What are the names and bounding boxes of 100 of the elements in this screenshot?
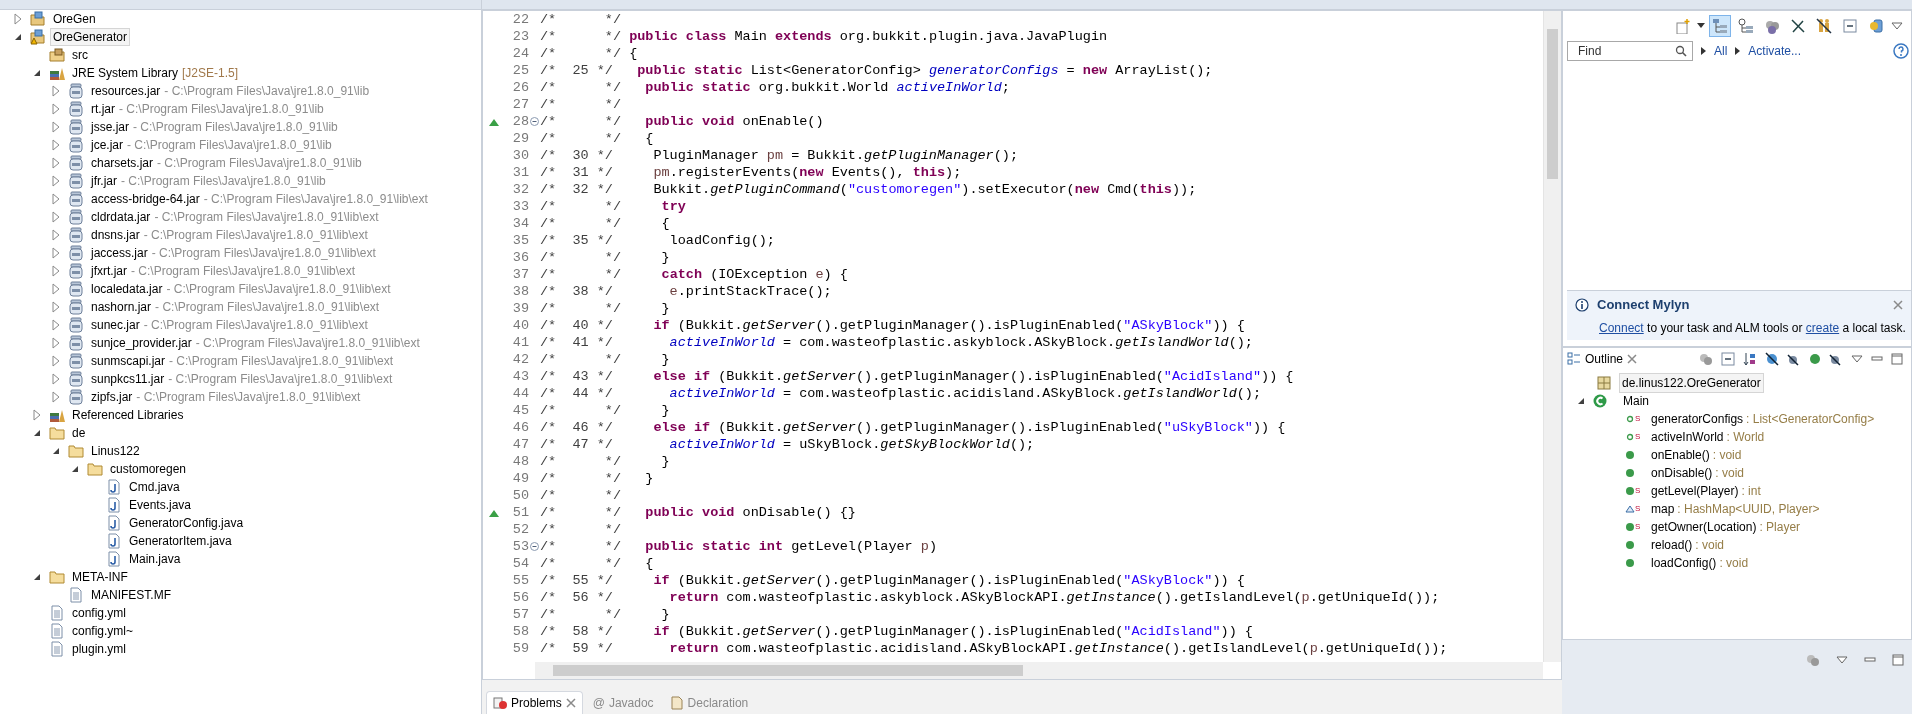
maximize-icon[interactable] — [1892, 654, 1904, 666]
tree-item[interactable]: dnsns.jar - C:\Program Files\Java\jre1.8.0_91\lib\ext — [88, 226, 371, 244]
expand-triangle-icon[interactable] — [50, 118, 62, 136]
close-icon[interactable] — [1627, 354, 1638, 364]
minimize-icon[interactable] — [1864, 656, 1876, 664]
tree-item[interactable]: config.yml~ — [69, 622, 137, 640]
expand-triangle-icon[interactable] — [50, 172, 62, 190]
filter-link[interactable]: All — [1714, 42, 1728, 60]
scrollbar-thumb[interactable] — [1547, 29, 1558, 179]
horizontal-scrollbar[interactable] — [535, 662, 1543, 679]
tree-item[interactable]: OreGen — [50, 10, 99, 28]
filter-link[interactable]: Activate... — [1748, 42, 1802, 60]
maximize-icon[interactable] — [1891, 353, 1903, 365]
tree-item[interactable]: rt.jar - C:\Program Files\Java\jre1.8.0_91\lib — [88, 100, 327, 118]
tree-item[interactable]: Cmd.java — [126, 478, 183, 496]
field-icon — [1625, 504, 1635, 514]
view-menu-icon[interactable] — [1836, 656, 1848, 664]
tree-item[interactable]: sunpkcs11.jar - C:\Program Files\Java\jre1.8.0_91\lib\ext — [88, 370, 396, 388]
close-icon[interactable] — [565, 698, 576, 708]
tree-item[interactable]: GeneratorItem.java — [126, 532, 235, 550]
panel-tab[interactable]: Problems — [486, 691, 583, 714]
outline-item[interactable]: activeInWorld : World — [1651, 428, 1765, 446]
expand-triangle-icon[interactable] — [50, 298, 62, 316]
view-menu-icon[interactable] — [1851, 355, 1863, 363]
tree-item[interactable]: jce.jar - C:\Program Files\Java\jre1.8.0_91\lib — [88, 136, 335, 154]
tree-item[interactable]: charsets.jar - C:\Program Files\Java\jre1.8.0_91\lib — [88, 154, 365, 172]
outline-item[interactable]: getOwner(Location) : Player — [1651, 518, 1801, 536]
expand-triangle-icon[interactable] — [50, 352, 62, 370]
tree-item[interactable]: JRE System Library [J2SE-1.5] — [69, 64, 242, 82]
link[interactable]: create — [1805, 320, 1840, 335]
collapse-triangle-icon[interactable] — [1577, 397, 1585, 405]
view-menu-icon[interactable] — [1891, 22, 1903, 30]
tree-item[interactable]: access-bridge-64.jar - C:\Program Files\Java\jre1.8.0_91\lib\ext — [88, 190, 431, 208]
line-number: 34 — [511, 215, 529, 232]
tree-item[interactable]: Linus122 — [88, 442, 143, 460]
tree-item[interactable]: MANIFEST.MF — [88, 586, 174, 604]
expand-triangle-icon[interactable] — [50, 370, 62, 388]
outline-item[interactable]: onEnable() : void — [1651, 446, 1742, 464]
tree-item[interactable]: sunec.jar - C:\Program Files\Java\jre1.8.0_91\lib\ext — [88, 316, 371, 334]
outline-item[interactable]: Main — [1623, 392, 1649, 410]
expand-triangle-icon[interactable] — [50, 262, 62, 280]
dropdown-caret-icon[interactable] — [1697, 23, 1705, 29]
outline-item[interactable]: generatorConfigs : List<GeneratorConfig> — [1651, 410, 1875, 428]
tree-item[interactable]: sunmscapi.jar - C:\Program Files\Java\jre1.8.0_91\lib\ext — [88, 352, 397, 370]
expand-triangle-icon[interactable] — [50, 82, 62, 100]
expand-triangle-icon[interactable] — [50, 226, 62, 244]
collapse-icon[interactable] — [530, 542, 539, 551]
hide-fields-icon[interactable] — [1765, 352, 1779, 366]
expand-triangle-icon[interactable] — [50, 244, 62, 262]
expand-triangle-icon[interactable] — [50, 334, 62, 352]
expand-triangle-icon[interactable] — [50, 136, 62, 154]
tree-item[interactable]: de — [69, 424, 89, 442]
expand-triangle-icon[interactable] — [50, 208, 62, 226]
tree-item[interactable]: Main.java — [126, 550, 184, 568]
outline-item[interactable]: loadConfig() : void — [1651, 554, 1749, 572]
search-field[interactable]: Find — [1567, 41, 1693, 61]
tree-item[interactable]: jfr.jar - C:\Program Files\Java\jre1.8.0_91\lib — [88, 172, 329, 190]
expand-triangle-icon[interactable] — [50, 280, 62, 298]
tree-item[interactable]: GeneratorConfig.java — [126, 514, 247, 532]
tree-item[interactable]: resources.jar - C:\Program Files\Java\jre1.8.0_91\lib — [88, 82, 373, 100]
tree-item[interactable]: jsse.jar - C:\Program Files\Java\jre1.8.0_91\lib — [88, 118, 341, 136]
scrollbar-thumb[interactable] — [553, 665, 1023, 676]
tree-item[interactable]: nashorn.jar - C:\Program Files\Java\jre1.8.0_91\lib\ext — [88, 298, 383, 316]
tree-item[interactable]: zipfs.jar - C:\Program Files\Java\jre1.8.0_91\lib\ext — [88, 388, 364, 406]
collapse-icon[interactable] — [530, 117, 539, 126]
tree-item[interactable]: customoregen — [107, 460, 190, 478]
expand-triangle-icon[interactable] — [50, 190, 62, 208]
expand-triangle-icon[interactable] — [50, 100, 62, 118]
minimize-icon[interactable] — [1871, 355, 1883, 363]
outline-item[interactable]: map : HashMap<UUID, Player> — [1651, 500, 1820, 518]
dot-icon[interactable] — [1809, 353, 1821, 365]
hide-static-icon[interactable] — [1787, 352, 1801, 366]
tree-item[interactable]: Events.java — [126, 496, 195, 514]
tree-item[interactable]: plugin.yml — [69, 640, 130, 658]
presentation-icon[interactable] — [1699, 352, 1713, 366]
expand-triangle-icon[interactable] — [50, 154, 62, 172]
tree-item[interactable]: OreGenerator — [50, 28, 131, 46]
link[interactable]: Connect — [1599, 320, 1644, 335]
vertical-scrollbar[interactable] — [1543, 11, 1561, 662]
sort-icon[interactable] — [1743, 352, 1757, 366]
outline-item[interactable]: onDisable() : void — [1651, 464, 1745, 482]
tree-item[interactable]: jaccess.jar - C:\Program Files\Java\jre1.8.0_91\lib\ext — [88, 244, 379, 262]
presentation-icon[interactable] — [1806, 653, 1820, 667]
tree-item[interactable]: cldrdata.jar - C:\Program Files\Java\jre1.8.0_91\lib\ext — [88, 208, 382, 226]
tree-item[interactable]: src — [69, 46, 91, 64]
collapse-all-icon[interactable] — [1721, 352, 1735, 366]
close-icon[interactable] — [1893, 299, 1903, 310]
hide-local-icon[interactable] — [1829, 352, 1843, 366]
tree-item[interactable]: localedata.jar - C:\Program Files\Java\jre1.8.0_91\lib\ext — [88, 280, 394, 298]
tree-item[interactable]: sunjce_provider.jar - C:\Program Files\Java\jre1.8.0_91\lib\ext — [88, 334, 423, 352]
tree-item[interactable]: META-INF — [69, 568, 131, 586]
tree-item[interactable]: Referenced Libraries — [69, 406, 187, 424]
help-icon[interactable] — [1893, 43, 1909, 59]
outline-item[interactable]: de.linus122.OreGenerator — [1619, 373, 1764, 393]
tree-item[interactable]: config.yml — [69, 604, 130, 622]
outline-item[interactable]: reload() : void — [1651, 536, 1725, 554]
expand-triangle-icon[interactable] — [50, 388, 62, 406]
outline-item[interactable]: getLevel(Player) : int — [1651, 482, 1761, 500]
expand-triangle-icon[interactable] — [50, 316, 62, 334]
tree-item[interactable]: jfxrt.jar - C:\Program Files\Java\jre1.8.0_91\lib\ext — [88, 262, 359, 280]
